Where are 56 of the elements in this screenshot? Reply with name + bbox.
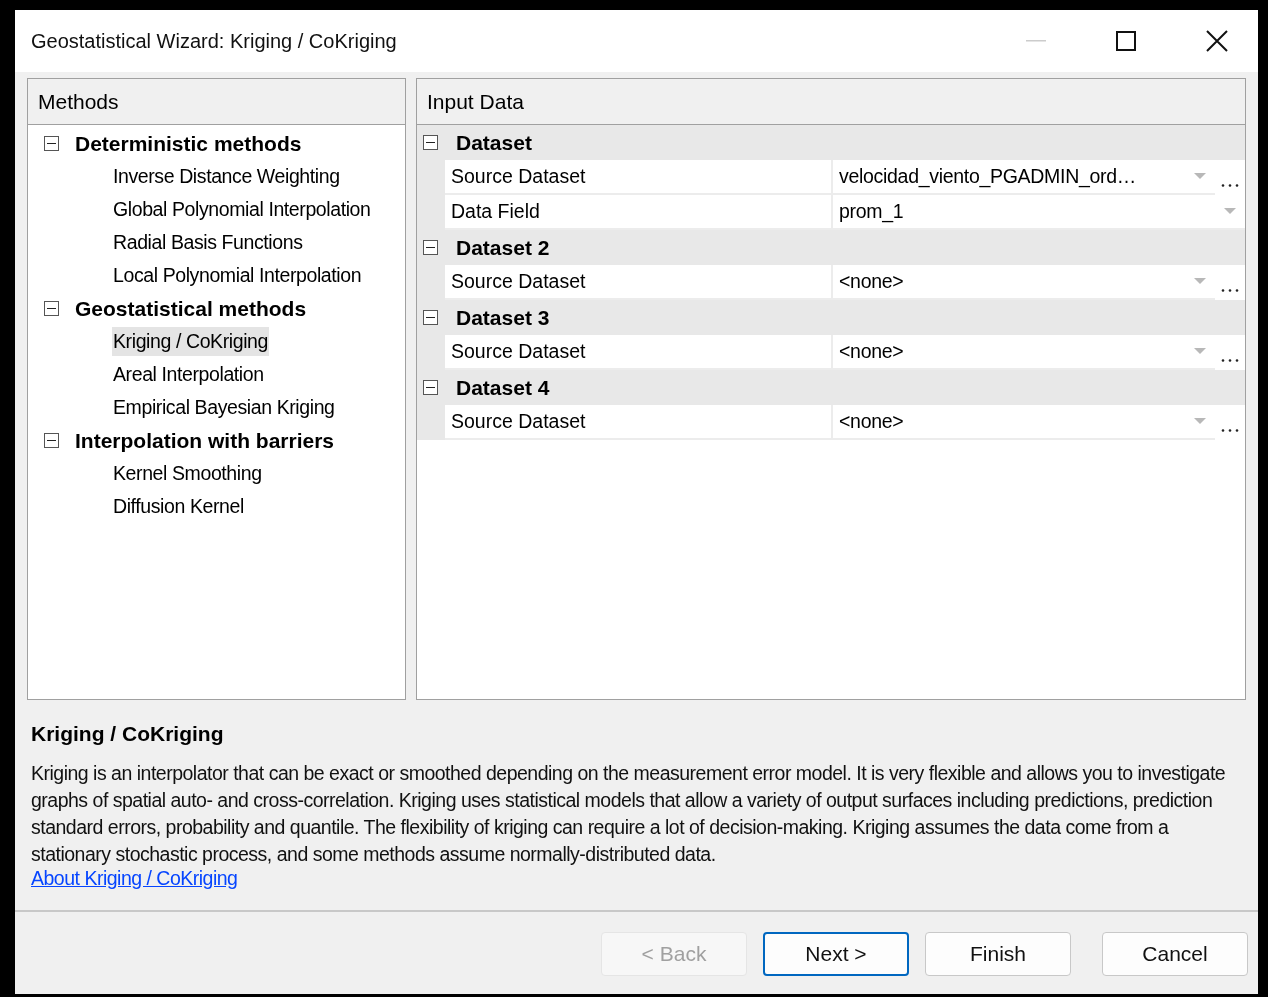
collapse-icon[interactable] (44, 136, 59, 151)
tree-item[interactable]: Kernel Smoothing (112, 458, 263, 489)
ellipsis-icon (1221, 429, 1239, 432)
ellipsis-icon (1221, 359, 1239, 362)
window-title: Geostatistical Wizard: Kriging / CoKriging (31, 29, 398, 54)
collapse-icon[interactable] (423, 135, 438, 150)
property-name: Source Dataset (445, 405, 833, 440)
dropdown-arrow-icon[interactable] (1194, 418, 1206, 425)
close-icon[interactable] (1206, 30, 1228, 52)
tree-item[interactable]: Areal Interpolation (112, 359, 265, 390)
description-text: Kriging is an interpolator that can be exact or smoothed depending on the measurement error model. It is very flexible and allows you to investigate graphs of spatial auto- and cross-correlation. Kriging uses statistical models that allow a variety of output surfaces including predictions, prediction standard errors, probability and quantile. The flexibility of kriging can require a lot of decision-making. Kriging assumes the data come from a stationary stochastic process, and some methods assume normally-distributed data. (31, 760, 1227, 867)
tree-item[interactable]: Kriging / CoKriging (112, 326, 269, 357)
tree-item[interactable]: Inverse Distance Weighting (112, 161, 341, 192)
property-value[interactable]: prom_1 (833, 195, 1215, 230)
ellipsis-icon (1221, 184, 1239, 187)
help-link[interactable]: About Kriging / CoKriging (31, 867, 238, 888)
wizard-button[interactable]: Finish (925, 932, 1071, 976)
property-name: Source Dataset (445, 160, 833, 195)
tree-item[interactable]: Empirical Bayesian Kriging (112, 392, 336, 423)
panel-header: Input Data (417, 79, 1245, 125)
collapse-icon[interactable] (423, 240, 438, 255)
tree-item[interactable]: Local Polynomial Interpolation (112, 260, 363, 291)
maximize-icon[interactable] (1116, 31, 1136, 51)
collapse-icon[interactable] (423, 380, 438, 395)
collapse-icon[interactable] (44, 433, 59, 448)
property-name: Source Dataset (445, 265, 833, 300)
collapse-icon[interactable] (44, 301, 59, 316)
property-value[interactable]: <none> (833, 335, 1185, 370)
property-value[interactable]: <none> (833, 265, 1185, 300)
collapse-icon[interactable] (423, 310, 438, 325)
wizard-button[interactable]: Next > (763, 932, 909, 976)
minimize-icon[interactable] (1026, 40, 1046, 42)
property-value[interactable]: velocidad_viento_PGADMIN_ord… (833, 160, 1185, 195)
browse-button[interactable] (1215, 335, 1245, 370)
category-label: Dataset 3 (456, 304, 550, 331)
browse-button[interactable] (1215, 265, 1245, 300)
category-label: Dataset 4 (456, 374, 550, 401)
ellipsis-icon (1221, 289, 1239, 292)
category-label: Dataset (456, 129, 532, 156)
dropdown-arrow-icon[interactable] (1224, 208, 1236, 215)
tree-item[interactable]: Diffusion Kernel (112, 491, 245, 522)
tree-item[interactable]: Radial Basis Functions (112, 227, 304, 258)
property-name: Source Dataset (445, 335, 833, 370)
tree-group-label[interactable]: Geostatistical methods (75, 292, 307, 325)
wizard-button[interactable]: Cancel (1102, 932, 1248, 976)
category-label: Dataset 2 (456, 234, 550, 261)
tree-item[interactable]: Global Polynomial Interpolation (112, 194, 372, 225)
description-title: Kriging / CoKriging (31, 721, 225, 747)
dropdown-arrow-icon[interactable] (1194, 348, 1206, 355)
dropdown-arrow-icon[interactable] (1194, 173, 1206, 180)
tree-group-label[interactable]: Deterministic methods (75, 127, 302, 160)
property-value[interactable]: <none> (833, 405, 1185, 440)
property-name: Data Field (445, 195, 833, 230)
panel-header: Methods (28, 79, 405, 125)
tree-group-label[interactable]: Interpolation with barriers (75, 424, 335, 457)
dropdown-arrow-icon[interactable] (1194, 278, 1206, 285)
